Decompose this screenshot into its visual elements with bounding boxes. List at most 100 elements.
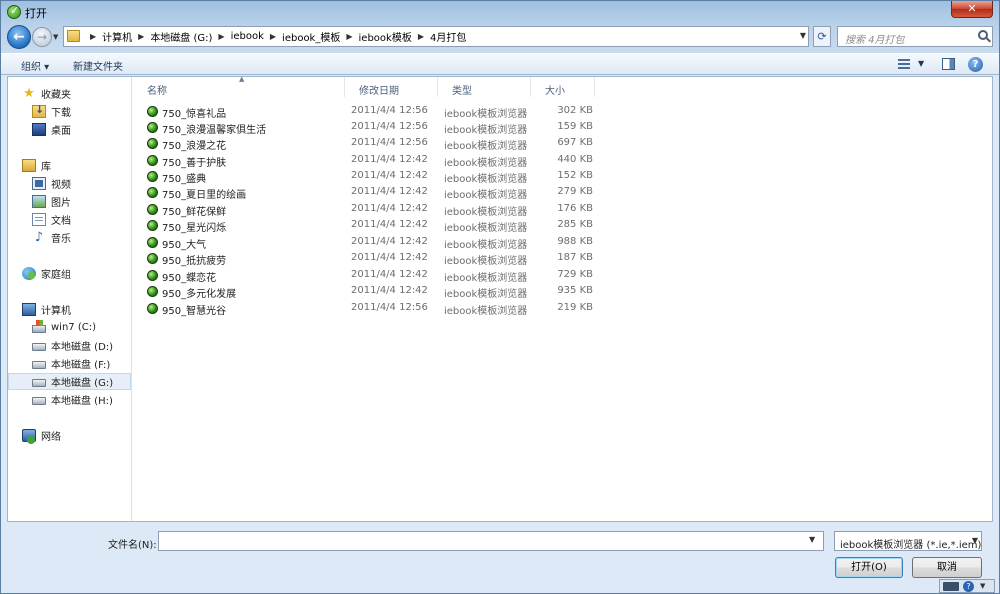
breadcrumb-separator[interactable]: ▶: [90, 32, 96, 41]
column-header-date[interactable]: 修改日期: [345, 77, 438, 97]
iebook-file-icon: [147, 286, 158, 297]
help-icon[interactable]: ?: [968, 57, 983, 72]
iebook-file-icon: [147, 204, 158, 215]
breadcrumb-separator[interactable]: ▶: [218, 32, 224, 41]
view-dropdown-icon[interactable]: ▼: [918, 59, 924, 68]
nav-drive-g[interactable]: 本地磁盘 (G:): [8, 373, 131, 390]
file-row[interactable]: 950_蝶恋花 2011/4/4 12:42 iebook模板浏览器 729 K…: [147, 267, 607, 284]
breadcrumb-iebook-templates[interactable]: iebook_模板: [282, 29, 340, 44]
file-list: ▲ 名称 修改日期 类型 大小 750_惊喜礼品 2011/4/4 12:56 …: [133, 75, 993, 521]
column-header-size[interactable]: 大小: [531, 77, 595, 97]
cancel-button[interactable]: 取消: [912, 557, 982, 578]
column-type-label: 类型: [452, 86, 472, 97]
nav-computer[interactable]: 计算机: [22, 301, 145, 318]
nav-homegroup[interactable]: 家庭组: [22, 265, 145, 282]
breadcrumb-april-pack[interactable]: 4月打包: [430, 29, 466, 44]
nav-network-label: 网络: [41, 432, 61, 443]
content-area: ★ 收藏夹 下载 桌面 库 视频 图片: [7, 75, 993, 522]
nav-favorites[interactable]: ★ 收藏夹: [22, 85, 145, 102]
breadcrumb-computer[interactable]: 计算机: [102, 29, 132, 44]
column-header-type[interactable]: 类型: [438, 77, 531, 97]
file-date: 2011/4/4 12:42: [351, 252, 428, 263]
view-options-icon[interactable]: [898, 59, 910, 70]
download-folder-icon: [32, 103, 46, 118]
file-size: 440 KB: [557, 154, 593, 165]
file-date: 2011/4/4 12:42: [351, 219, 428, 230]
file-size: 988 KB: [557, 236, 593, 247]
chevron-down-icon[interactable]: ▼: [980, 582, 985, 590]
file-type: iebook模板浏览器: [444, 109, 528, 120]
file-size: 279 KB: [557, 186, 593, 197]
title-bar: 打开 ✕: [1, 1, 999, 23]
breadcrumb-separator[interactable]: ▶: [418, 32, 424, 41]
recent-pages-dropdown[interactable]: ▼: [53, 33, 58, 41]
open-button[interactable]: 打开(O): [835, 557, 903, 578]
forward-button[interactable]: →: [32, 27, 52, 47]
preview-pane-icon[interactable]: [942, 58, 955, 70]
breadcrumb-iebook[interactable]: iebook: [231, 31, 264, 42]
documents-library-icon: [32, 213, 46, 226]
file-row[interactable]: 950_多元化发展 2011/4/4 12:42 iebook模板浏览器 935…: [147, 283, 607, 300]
file-row[interactable]: 750_惊喜礼品 2011/4/4 12:56 iebook模板浏览器 302 …: [147, 103, 607, 120]
folder-icon: [67, 30, 80, 42]
iebook-file-icon: [147, 187, 158, 198]
filename-input[interactable]: [158, 531, 824, 551]
hard-drive-icon: [32, 361, 46, 369]
file-row[interactable]: 750_夏日里的绘画 2011/4/4 12:42 iebook模板浏览器 27…: [147, 184, 607, 201]
file-name: 950_大气: [162, 240, 207, 251]
filename-label: 文件名(N):: [108, 540, 157, 551]
file-type-filter[interactable]: iebook模板浏览器 (*.ie,*.iem) ▼: [834, 531, 982, 551]
close-button[interactable]: ✕: [951, 1, 993, 18]
breadcrumb-drive-g[interactable]: 本地磁盘 (G:): [150, 29, 212, 44]
filename-dropdown-icon[interactable]: ▼: [809, 535, 815, 544]
file-date: 2011/4/4 12:42: [351, 285, 428, 296]
file-row[interactable]: 750_星光闪烁 2011/4/4 12:42 iebook模板浏览器 285 …: [147, 217, 607, 234]
keyboard-icon[interactable]: [943, 582, 959, 591]
file-row[interactable]: 750_善于护肤 2011/4/4 12:42 iebook模板浏览器 440 …: [147, 152, 607, 169]
file-row[interactable]: 750_浪漫温馨家俱生活 2011/4/4 12:56 iebook模板浏览器 …: [147, 119, 607, 136]
breadcrumb-separator[interactable]: ▶: [138, 32, 144, 41]
file-row[interactable]: 950_大气 2011/4/4 12:42 iebook模板浏览器 988 KB: [147, 234, 607, 251]
search-input[interactable]: 搜索 4月打包: [837, 26, 993, 47]
file-name: 950_多元化发展: [162, 289, 237, 300]
file-date: 2011/4/4 12:42: [351, 203, 428, 214]
nav-drive-g-label: 本地磁盘 (G:): [51, 378, 114, 389]
file-row[interactable]: 950_抵抗疲劳 2011/4/4 12:42 iebook模板浏览器 187 …: [147, 250, 607, 267]
search-icon[interactable]: [978, 30, 988, 40]
new-folder-button[interactable]: 新建文件夹: [73, 58, 123, 73]
breadcrumb-iebook-template[interactable]: iebook模板: [359, 29, 412, 44]
nav-libraries-label: 库: [41, 162, 51, 173]
file-row[interactable]: 950_智慧光谷 2011/4/4 12:56 iebook模板浏览器 219 …: [147, 300, 607, 317]
file-type: iebook模板浏览器: [444, 125, 528, 136]
sort-ascending-icon: ▲: [239, 75, 245, 83]
nav-desktop-label: 桌面: [51, 126, 71, 137]
refresh-button[interactable]: ⟳: [813, 26, 831, 47]
iebook-file-icon: [147, 237, 158, 248]
column-header-name[interactable]: ▲ 名称: [133, 75, 345, 97]
file-type: iebook模板浏览器: [444, 158, 528, 169]
file-row[interactable]: 750_盛典 2011/4/4 12:42 iebook模板浏览器 152 KB: [147, 168, 607, 185]
file-name: 950_蝶恋花: [162, 273, 217, 284]
breadcrumb-separator[interactable]: ▶: [270, 32, 276, 41]
organize-button[interactable]: 组织 ▾: [21, 58, 49, 73]
file-type: iebook模板浏览器: [444, 306, 528, 317]
nav-network[interactable]: 网络: [22, 427, 145, 444]
nav-libraries[interactable]: 库: [22, 157, 145, 174]
navigation-row: ← → ▼ ▶ 计算机 ▶ 本地磁盘 (G:) ▶ iebook ▶ ieboo…: [1, 23, 999, 51]
file-row[interactable]: 750_浪漫之花 2011/4/4 12:56 iebook模板浏览器 697 …: [147, 135, 607, 152]
address-bar[interactable]: ▶ 计算机 ▶ 本地磁盘 (G:) ▶ iebook ▶ iebook_模板 ▶…: [63, 26, 809, 47]
file-date: 2011/4/4 12:42: [351, 170, 428, 181]
breadcrumb-separator[interactable]: ▶: [346, 32, 352, 41]
back-button[interactable]: ←: [7, 25, 31, 49]
file-row[interactable]: 750_鲜花保鲜 2011/4/4 12:42 iebook模板浏览器 176 …: [147, 201, 607, 218]
file-date: 2011/4/4 12:42: [351, 154, 428, 165]
file-name: 750_善于护肤: [162, 158, 227, 169]
file-type: iebook模板浏览器: [444, 174, 528, 185]
file-type-filter-value: iebook模板浏览器 (*.ie,*.iem): [840, 540, 982, 551]
file-type: iebook模板浏览器: [444, 240, 528, 251]
address-dropdown-icon[interactable]: ▼: [800, 31, 806, 40]
help-icon[interactable]: ?: [963, 581, 974, 592]
iebook-file-icon: [147, 303, 158, 314]
file-name: 950_智慧光谷: [162, 306, 227, 317]
column-name-label: 名称: [147, 86, 167, 97]
